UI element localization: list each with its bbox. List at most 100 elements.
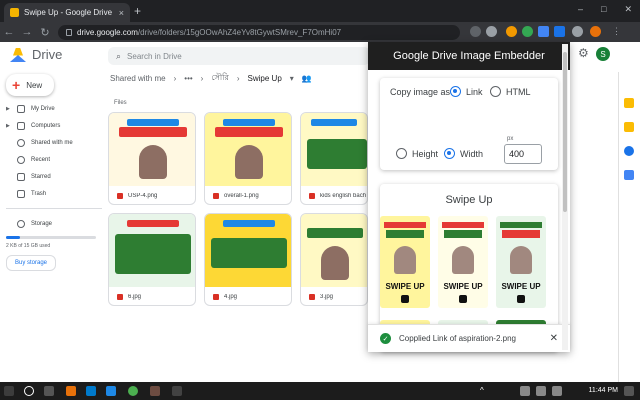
file-card[interactable]: 3.jpg <box>300 213 368 306</box>
buy-storage-button[interactable]: Buy storage <box>6 255 56 271</box>
gallery-image[interactable]: SWIPE UP <box>496 216 546 308</box>
scrollbar-thumb[interactable] <box>563 52 567 212</box>
breadcrumb-current[interactable]: Swipe Up <box>248 74 282 83</box>
new-tab-button[interactable]: + <box>134 4 141 18</box>
terminal-icon[interactable] <box>172 386 182 396</box>
star-bookmark-icon[interactable] <box>486 26 497 37</box>
caret-right-icon[interactable]: ▶ <box>6 123 11 129</box>
file-card[interactable]: kids english bach <box>300 112 368 205</box>
close-toast-icon[interactable]: ✕ <box>550 333 558 344</box>
caret-right-icon[interactable]: ▶ <box>6 106 11 112</box>
sidebar: ▶ My Drive ▶ Computers Shared with me Re… <box>6 100 102 271</box>
breadcrumb-shared[interactable]: Shared with me <box>110 74 166 83</box>
link-radio[interactable] <box>450 86 461 97</box>
volume-icon[interactable] <box>536 386 546 396</box>
task-view-icon[interactable] <box>44 386 54 396</box>
notifications-icon[interactable] <box>624 386 634 396</box>
chevron-down-icon[interactable]: ▾ <box>290 74 294 83</box>
file-name: overall-1.png <box>224 193 259 199</box>
menu-icon[interactable]: ⋮ <box>612 26 621 37</box>
windows-start-icon[interactable] <box>4 386 14 396</box>
link-label[interactable]: Link <box>466 87 483 97</box>
gear-icon[interactable]: ⚙ <box>578 46 589 60</box>
reload-icon[interactable]: ↻ <box>36 26 54 39</box>
forward-icon[interactable]: → <box>18 26 36 38</box>
vscode-icon[interactable] <box>86 386 96 396</box>
breadcrumb-folder[interactable]: সৌরি <box>211 72 229 85</box>
copy-options-panel: Copy image as Link HTML Height Width 400… <box>380 78 558 170</box>
app-name: Drive <box>32 47 63 62</box>
close-tab-icon[interactable]: × <box>119 8 124 18</box>
px-input[interactable]: 400 <box>504 144 542 164</box>
html-label[interactable]: HTML <box>506 87 531 97</box>
people-icon[interactable]: 👥 <box>302 74 312 83</box>
folder-title: Swipe Up <box>445 194 493 206</box>
file-card[interactable]: overall-1.png <box>204 112 292 205</box>
sidebar-item-computers[interactable]: ▶ Computers <box>6 117 102 134</box>
browser-tab-bar: Swipe Up - Google Drive × + – □ ✕ <box>0 0 640 22</box>
extension-icon[interactable] <box>506 26 517 37</box>
maximize-button[interactable]: □ <box>601 4 606 15</box>
gallery-image[interactable]: SWIPE UP <box>438 216 488 308</box>
sidebar-item-my-drive[interactable]: ▶ My Drive <box>6 100 102 117</box>
extension-icon[interactable] <box>538 26 549 37</box>
profile-icon[interactable] <box>590 26 601 37</box>
html-radio[interactable] <box>490 86 501 97</box>
file-thumbnail <box>109 214 195 287</box>
width-label[interactable]: Width <box>460 149 483 159</box>
plus-icon: + <box>12 77 21 93</box>
search-input[interactable]: ⌕ Search in Drive <box>108 47 370 65</box>
file-explorer-icon[interactable] <box>66 386 76 396</box>
share-icon[interactable] <box>470 26 481 37</box>
gallery-image[interactable]: SWIPE UP <box>380 216 430 308</box>
keep-icon[interactable] <box>624 122 634 132</box>
extension-icon[interactable] <box>522 26 533 37</box>
app-icon[interactable] <box>106 386 116 396</box>
sidebar-item-starred[interactable]: Starred <box>6 168 102 185</box>
app-icon[interactable] <box>150 386 160 396</box>
file-card[interactable]: 4.jpg <box>204 213 292 306</box>
width-radio[interactable] <box>444 148 455 159</box>
height-label[interactable]: Height <box>412 149 438 159</box>
image-file-icon <box>117 294 123 300</box>
back-icon[interactable]: ← <box>0 26 18 38</box>
image-file-icon <box>309 193 315 199</box>
wifi-icon[interactable] <box>520 386 530 396</box>
battery-icon[interactable] <box>552 386 562 396</box>
drive-logo-icon <box>10 47 26 62</box>
browser-tab[interactable]: Swipe Up - Google Drive × <box>4 3 130 22</box>
tasks-icon[interactable] <box>624 146 634 156</box>
avatar[interactable]: S <box>596 47 610 61</box>
close-window-button[interactable]: ✕ <box>624 4 632 15</box>
contacts-icon[interactable] <box>624 170 634 180</box>
px-value: 400 <box>509 149 525 159</box>
breadcrumb-ellipsis[interactable]: ••• <box>184 74 192 83</box>
minimize-button[interactable]: – <box>578 4 583 15</box>
puzzle-icon[interactable] <box>572 26 583 37</box>
search-icon[interactable] <box>24 386 34 396</box>
file-card[interactable]: USP-4.png <box>108 112 196 205</box>
drive-logo[interactable]: Drive <box>10 47 62 62</box>
file-card[interactable]: 6.jpg <box>108 213 196 306</box>
address-bar[interactable]: drive.google.com/drive/folders/15gOOwAhZ… <box>58 25 460 40</box>
height-radio[interactable] <box>396 148 407 159</box>
shared-icon <box>17 138 25 147</box>
hand-icon <box>459 295 467 303</box>
clock-time[interactable]: 11:44 PM <box>589 387 618 394</box>
sidebar-item-trash[interactable]: Trash <box>6 185 102 202</box>
file-thumbnail <box>301 214 367 287</box>
breadcrumb: Shared with me › ••• › সৌরি › Swipe Up ▾… <box>110 72 312 85</box>
drive-favicon-icon <box>10 8 19 17</box>
tray-chevron-icon[interactable]: ^ <box>480 386 490 396</box>
popup-scrollbar[interactable] <box>562 44 568 350</box>
new-button[interactable]: + New <box>6 74 54 96</box>
url-text: drive.google.com/drive/folders/15gOOwAhZ… <box>77 28 342 37</box>
chrome-icon[interactable] <box>128 386 138 396</box>
sidebar-item-shared[interactable]: Shared with me <box>6 134 102 151</box>
calendar-icon[interactable] <box>624 98 634 108</box>
sidebar-item-recent[interactable]: Recent <box>6 151 102 168</box>
sidebar-divider <box>6 208 102 209</box>
embedder-extension-icon[interactable] <box>554 26 565 37</box>
sidebar-item-storage[interactable]: Storage <box>6 215 102 232</box>
file-thumbnail <box>205 113 291 186</box>
